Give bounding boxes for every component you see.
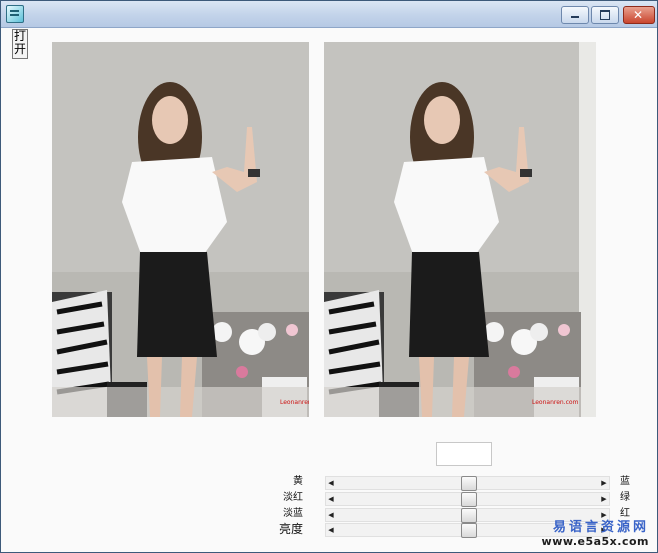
maximize-button[interactable]	[591, 6, 619, 24]
slider-row: 黄 ◀ ▶ 蓝	[1, 475, 658, 491]
slider-left-label: 亮度	[278, 522, 303, 536]
minimize-button[interactable]	[561, 6, 589, 24]
adjusted-photo-image: Leonanren.com	[324, 42, 596, 417]
close-icon: ✕	[633, 8, 644, 22]
original-photo-image: Leonanren.com	[52, 42, 309, 417]
client-area: 打开 Leonanre Leonanren.com 黄 ◀ ▶ 蓝 淡红 ◀ ▶…	[1, 28, 657, 552]
scroll-right-arrow-icon[interactable]: ▶	[599, 477, 609, 489]
slider-right-label: 蓝	[620, 476, 630, 487]
scroll-right-arrow-icon[interactable]: ▶	[599, 493, 609, 505]
watermark: 易语言资源网 www.e5a5x.com	[542, 516, 649, 548]
open-button[interactable]: 打开	[12, 29, 28, 59]
scroll-left-arrow-icon[interactable]: ◀	[326, 493, 336, 505]
photo-overlay-text: Leonanren.com	[532, 399, 579, 406]
scrollbar-thumb[interactable]	[460, 508, 477, 523]
photo-overlay-text: Leonanren.com	[280, 399, 309, 406]
slider-right-label: 绿	[620, 492, 630, 503]
slider-left-label: 黄	[293, 476, 303, 487]
title-bar[interactable]: ✕	[1, 1, 657, 28]
slider-row: 淡红 ◀ ▶ 绿	[1, 491, 658, 507]
color-adjust-scrollbar[interactable]: ◀ ▶	[325, 492, 610, 507]
scrollbar-thumb[interactable]	[460, 476, 477, 491]
adjusted-photo: Leonanren.com	[324, 42, 596, 417]
value-display-box[interactable]	[436, 442, 492, 466]
scroll-left-arrow-icon[interactable]: ◀	[326, 509, 336, 521]
color-adjust-scrollbar[interactable]: ◀ ▶	[325, 476, 610, 491]
scrollbar-thumb[interactable]	[460, 492, 477, 507]
scroll-left-arrow-icon[interactable]: ◀	[326, 524, 336, 536]
scrollbar-thumb[interactable]	[460, 523, 477, 538]
watermark-title: 易语言资源网	[552, 520, 649, 535]
slider-left-label: 淡蓝	[283, 508, 303, 519]
app-icon[interactable]	[6, 5, 24, 23]
watermark-url: www.e5a5x.com	[541, 535, 649, 548]
slider-left-label: 淡红	[283, 492, 303, 503]
original-photo: Leonanren.com	[52, 42, 309, 417]
close-button[interactable]: ✕	[623, 6, 655, 24]
main-window: ✕ 打开 Leonanre Leonanren.com 黄 ◀ ▶ 蓝 淡红 ◀…	[0, 0, 658, 553]
minimize-icon	[571, 16, 579, 18]
maximize-icon	[600, 10, 610, 20]
scroll-left-arrow-icon[interactable]: ◀	[326, 477, 336, 489]
